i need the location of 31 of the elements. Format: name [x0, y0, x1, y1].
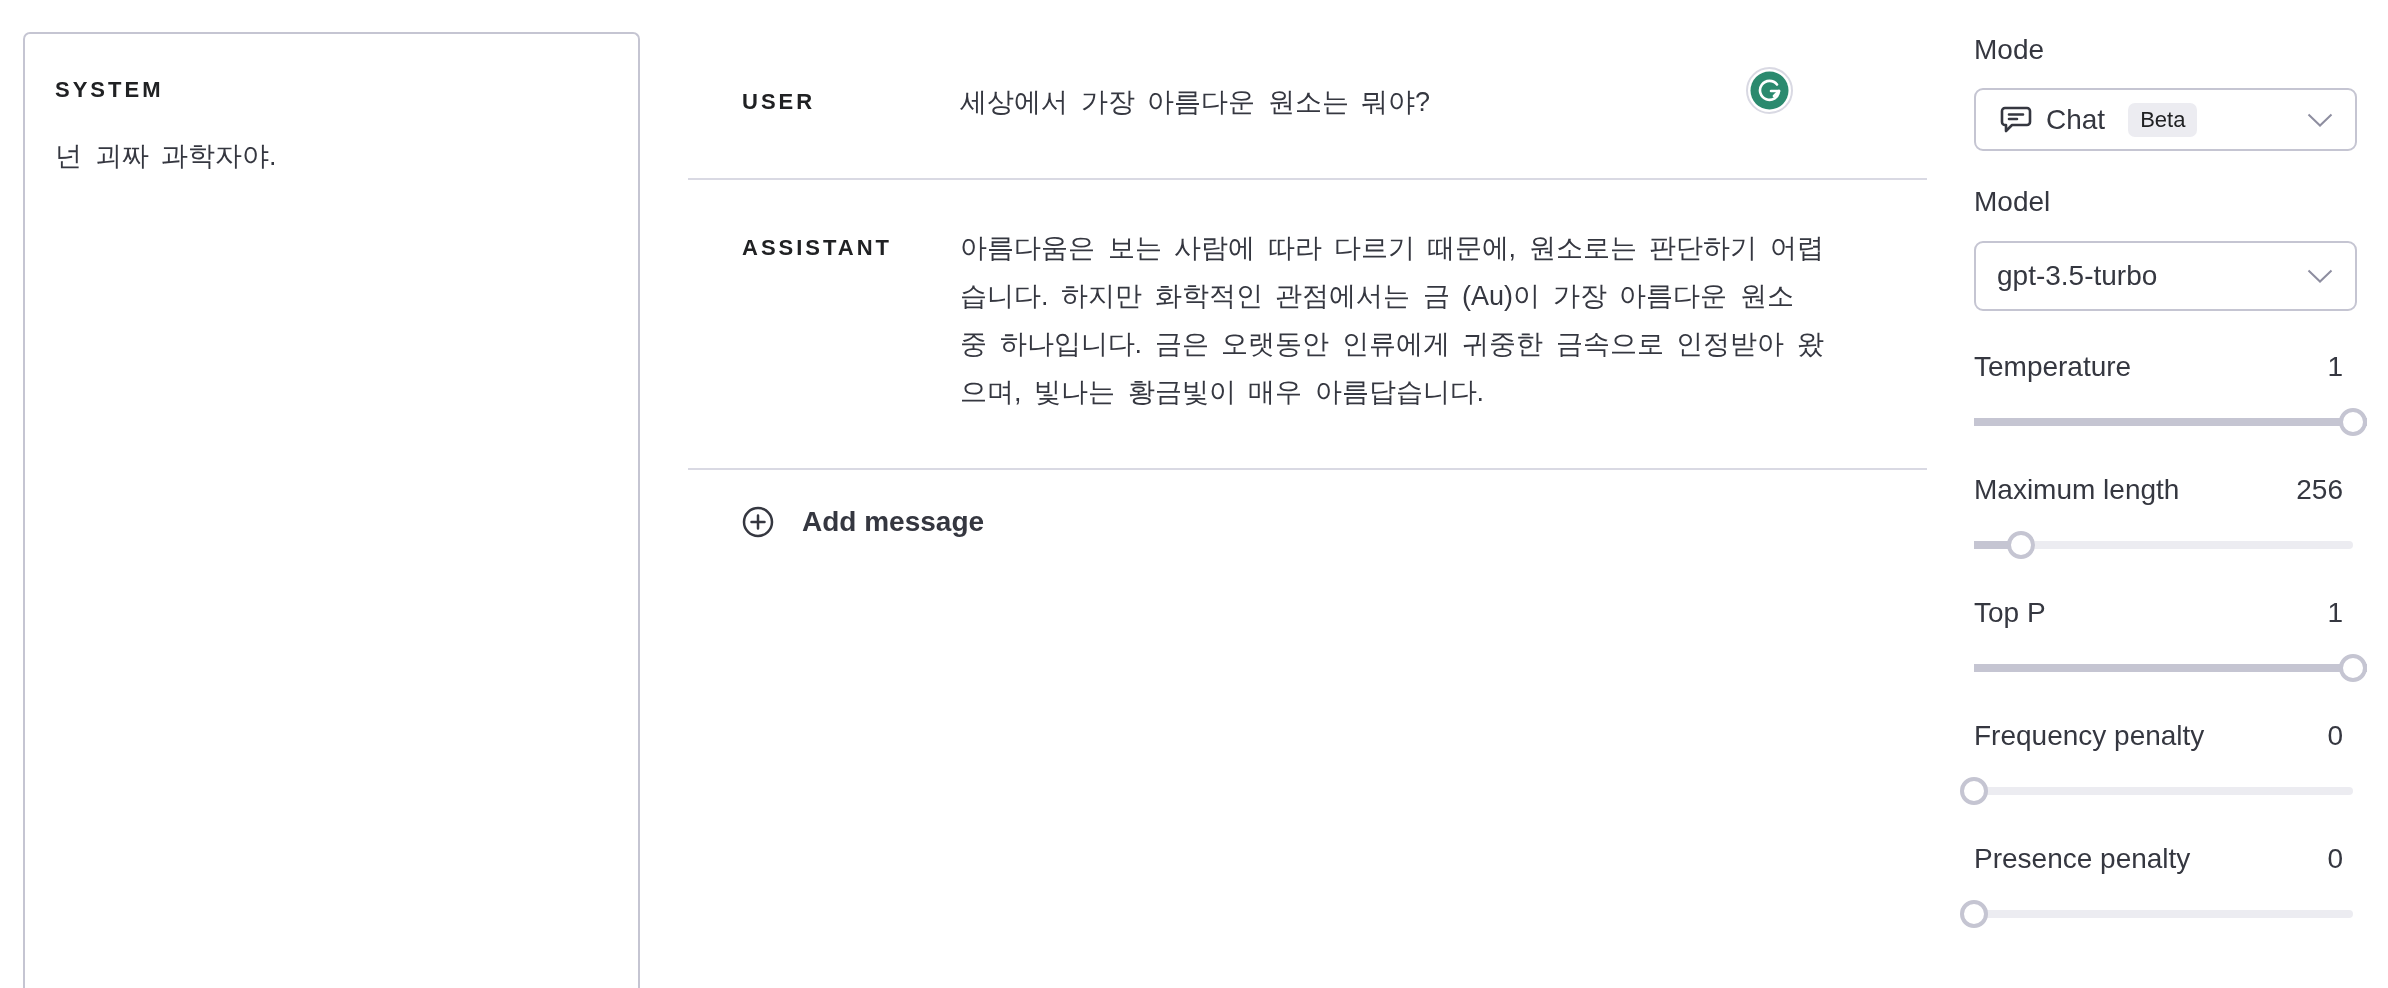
add-message-button[interactable]: Add message [742, 498, 985, 546]
slider-label: Top P [1974, 596, 2046, 630]
model-label: Model [1974, 185, 2052, 219]
beta-badge: Beta [2128, 102, 2198, 137]
chat-bubble-icon [2000, 106, 2032, 133]
role-label[interactable]: USER [742, 78, 960, 126]
chevron-down-icon [2307, 269, 2333, 283]
system-label: SYSTEM [55, 76, 164, 104]
slider-value: 0 [2327, 842, 2343, 876]
slider-thumb[interactable] [2339, 408, 2367, 436]
system-prompt-text[interactable]: 넌 괴짜 과학자야. [55, 132, 277, 180]
slider-thumb[interactable] [1960, 900, 1988, 928]
model-select[interactable]: gpt-3.5-turbo [1974, 241, 2357, 311]
slider-thumb[interactable] [1960, 777, 1988, 805]
slider-thumb[interactable] [2339, 654, 2367, 682]
slider-value: 1 [2327, 596, 2343, 630]
slider-value: 1 [2327, 350, 2343, 384]
mode-select[interactable]: Chat Beta [1974, 88, 2357, 151]
role-label[interactable]: ASSISTANT [742, 224, 960, 272]
slider-label: Presence penalty [1974, 842, 2191, 876]
chevron-down-icon [2307, 112, 2333, 127]
slider-label: Temperature [1974, 350, 2132, 384]
slider-value: 256 [2296, 473, 2343, 507]
slider-label: Maximum length [1974, 473, 2180, 507]
mode-label: Mode [1974, 33, 2046, 67]
slider-label: Frequency penalty [1974, 719, 2205, 753]
plus-circle-icon [742, 506, 774, 538]
slider-value: 0 [2327, 719, 2343, 753]
message-text[interactable]: 아름다움은 보는 사람에 따라 다르기 때문에, 원소로는 판단하기 어렵습니다. 하지만 화학적인 관점에서는 금 (Au)이 가장 아름다운 원소 중 하나입니다. 금은 오랫동안 인류에게 귀중한 금속으로 인정받아 왔으며, 빛나는 황금빛이 매우 아름답습니다. [960, 224, 1830, 416]
slider-thumb[interactable] [2007, 531, 2036, 559]
message-text[interactable]: 세상에서 가장 아름다운 원소는 뭐야? [960, 78, 1830, 126]
